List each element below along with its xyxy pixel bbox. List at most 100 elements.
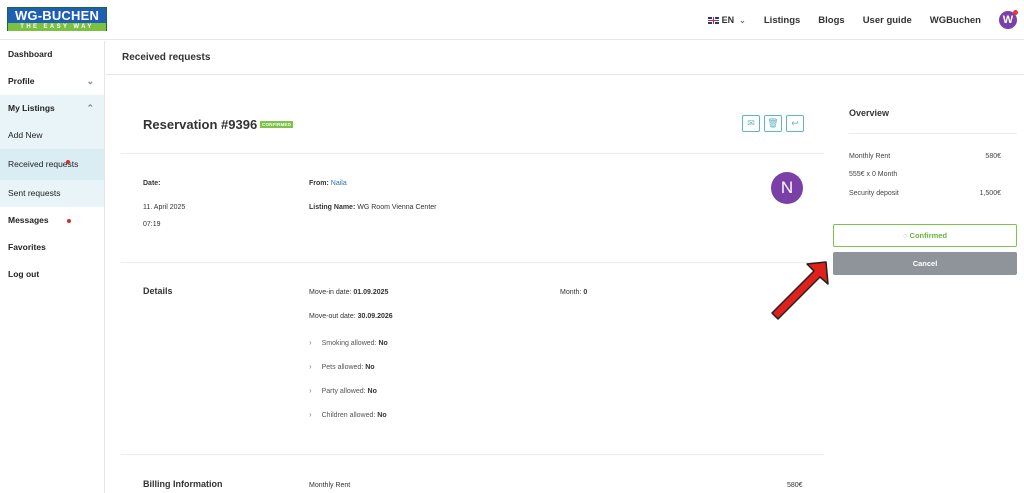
language-selector[interactable]: EN ⌄: [707, 15, 746, 25]
language-label: EN: [721, 15, 735, 25]
reservation-title: Reservation #9396: [143, 117, 258, 132]
sidebar-item-sent-requests[interactable]: Sent requests: [0, 180, 104, 207]
overview-panel: Overview Monthly Rent 580€ 555€ x 0 Mont…: [833, 92, 1017, 216]
billing-title: Billing Information: [143, 479, 223, 489]
divider: [121, 454, 824, 455]
sidebar-item-my-listings[interactable]: My Listings ⌃: [0, 95, 104, 122]
sidebar-item-label: Add New: [8, 130, 43, 140]
rule-value: No: [365, 364, 375, 371]
overview-deposit-value: 1,500€: [979, 190, 1001, 197]
nav-listings[interactable]: Listings: [764, 15, 800, 26]
page-header: Received requests: [106, 41, 1024, 75]
move-out-date: 30.09.2026: [357, 313, 393, 320]
user-avatar[interactable]: W: [999, 10, 1018, 29]
chevron-up-icon: ⌃: [86, 103, 94, 113]
chevron-right-icon: ›: [309, 386, 312, 395]
notification-dot: [1013, 10, 1018, 15]
reply-icon: ↩: [791, 118, 799, 128]
rule-label: Smoking allowed:: [321, 340, 377, 347]
rule-label: Children allowed:: [321, 412, 376, 419]
cancel-label: Cancel: [912, 259, 938, 268]
logo-tagline: THE EASY WAY: [8, 23, 106, 31]
trash-icon: 🗑: [767, 118, 779, 128]
nav-blogs[interactable]: Blogs: [818, 15, 844, 26]
chevron-down-icon: ⌄: [86, 76, 94, 86]
listing-name: WG Room Vienna Center: [357, 204, 437, 211]
request-time: 07:19: [143, 221, 161, 228]
sidebar-item-favorites[interactable]: Favorites: [0, 234, 104, 261]
sidebar-item-label: Messages: [8, 215, 49, 225]
from-row: From: Naila: [309, 180, 347, 187]
rule-value: No: [378, 340, 388, 347]
chevron-down-icon: ⌄: [739, 15, 746, 25]
nav-user-guide[interactable]: User guide: [863, 15, 912, 26]
move-in-label: Move-in date:: [309, 289, 352, 296]
overview-calc-row: 555€ x 0 Month: [849, 171, 1001, 178]
sidebar-item-label: Dashboard: [8, 49, 53, 59]
rule-label: Party allowed:: [321, 388, 366, 395]
sidebar-item-label: Profile: [8, 76, 35, 86]
divider: [121, 262, 824, 263]
cancel-button[interactable]: Cancel: [833, 252, 1017, 275]
rule-label: Pets allowed:: [321, 364, 364, 371]
reservation-card: Reservation #9396 CONFIRMED ✉ 🗑 ↩ Date: …: [121, 90, 824, 493]
sidebar-item-dashboard[interactable]: Dashboard: [0, 41, 104, 68]
chevron-right-icon: ›: [309, 338, 312, 347]
rule-pets[interactable]: › Pets allowed: No: [309, 362, 375, 371]
red-arrow-icon: [771, 261, 829, 320]
rule-smoking[interactable]: › Smoking allowed: No: [309, 338, 388, 347]
billing-monthly-rent-value: 580€: [787, 482, 803, 489]
move-out-label: Move-out date:: [309, 313, 356, 320]
chevron-right-icon: ›: [309, 410, 312, 419]
sidebar: Dashboard Profile ⌄ My Listings ⌃ Add Ne…: [0, 41, 105, 493]
status-badge: CONFIRMED: [260, 121, 294, 128]
message-button[interactable]: ✉: [742, 115, 760, 132]
envelope-icon: ✉: [747, 118, 755, 128]
avatar-initial: W: [1002, 14, 1014, 26]
month-row: Month: 0: [560, 289, 587, 296]
divider: [849, 133, 1017, 134]
move-in-date: 01.09.2025: [353, 289, 389, 296]
sidebar-item-logout[interactable]: Log out: [0, 261, 104, 288]
sidebar-item-received-requests[interactable]: Received requests: [0, 149, 104, 180]
sidebar-item-label: Favorites: [8, 242, 46, 252]
sidebar-item-label: My Listings: [8, 103, 55, 113]
avatar-initial: N: [780, 178, 794, 197]
confirmed-button[interactable]: ◌ Confirmed: [833, 224, 1017, 247]
sender-avatar[interactable]: N: [771, 172, 803, 204]
overview-deposit-row: Security deposit 1,500€: [849, 190, 1001, 197]
notification-dot: [66, 160, 70, 164]
overview-rent-value: 580€: [985, 153, 1001, 160]
sidebar-item-add-new[interactable]: Add New: [0, 122, 104, 149]
listing-row: Listing Name: WG Room Vienna Center: [309, 204, 437, 211]
listing-label: Listing Name:: [309, 204, 356, 211]
from-label: From:: [309, 180, 329, 187]
rule-children[interactable]: › Children allowed: No: [309, 410, 387, 419]
rule-value: No: [377, 412, 387, 419]
overview-deposit-label: Security deposit: [849, 190, 899, 197]
sidebar-item-messages[interactable]: Messages: [0, 207, 104, 234]
uk-flag-icon: [707, 16, 719, 24]
delete-button[interactable]: 🗑: [764, 115, 782, 132]
overview-title: Overview: [849, 108, 890, 118]
sender-name-link[interactable]: Naila: [331, 180, 347, 187]
sidebar-item-label: Log out: [8, 269, 40, 279]
request-date: 11. April 2025: [143, 204, 186, 211]
reply-button[interactable]: ↩: [786, 115, 804, 132]
nav-account-name[interactable]: WGBuchen: [930, 15, 981, 26]
overview-rent-label: Monthly Rent: [849, 153, 891, 160]
sidebar-item-label: Sent requests: [8, 188, 61, 198]
check-circle-icon: ◌: [902, 231, 908, 240]
overview-calc: 555€ x 0 Month: [849, 171, 898, 178]
rule-value: No: [367, 388, 377, 395]
details-title: Details: [143, 286, 173, 296]
site-logo[interactable]: WG-BUCHEN THE EASY WAY: [7, 7, 107, 31]
move-in-row: Move-in date: 01.09.2025: [309, 289, 388, 296]
main-nav: EN ⌄ Listings Blogs User guide WGBuchen …: [707, 0, 1024, 40]
divider: [121, 153, 824, 154]
rule-party[interactable]: › Party allowed: No: [309, 386, 377, 395]
confirmed-label: Confirmed: [909, 231, 948, 240]
month-value: 0: [583, 289, 588, 296]
date-label: Date:: [143, 180, 161, 187]
sidebar-item-profile[interactable]: Profile ⌄: [0, 68, 104, 95]
